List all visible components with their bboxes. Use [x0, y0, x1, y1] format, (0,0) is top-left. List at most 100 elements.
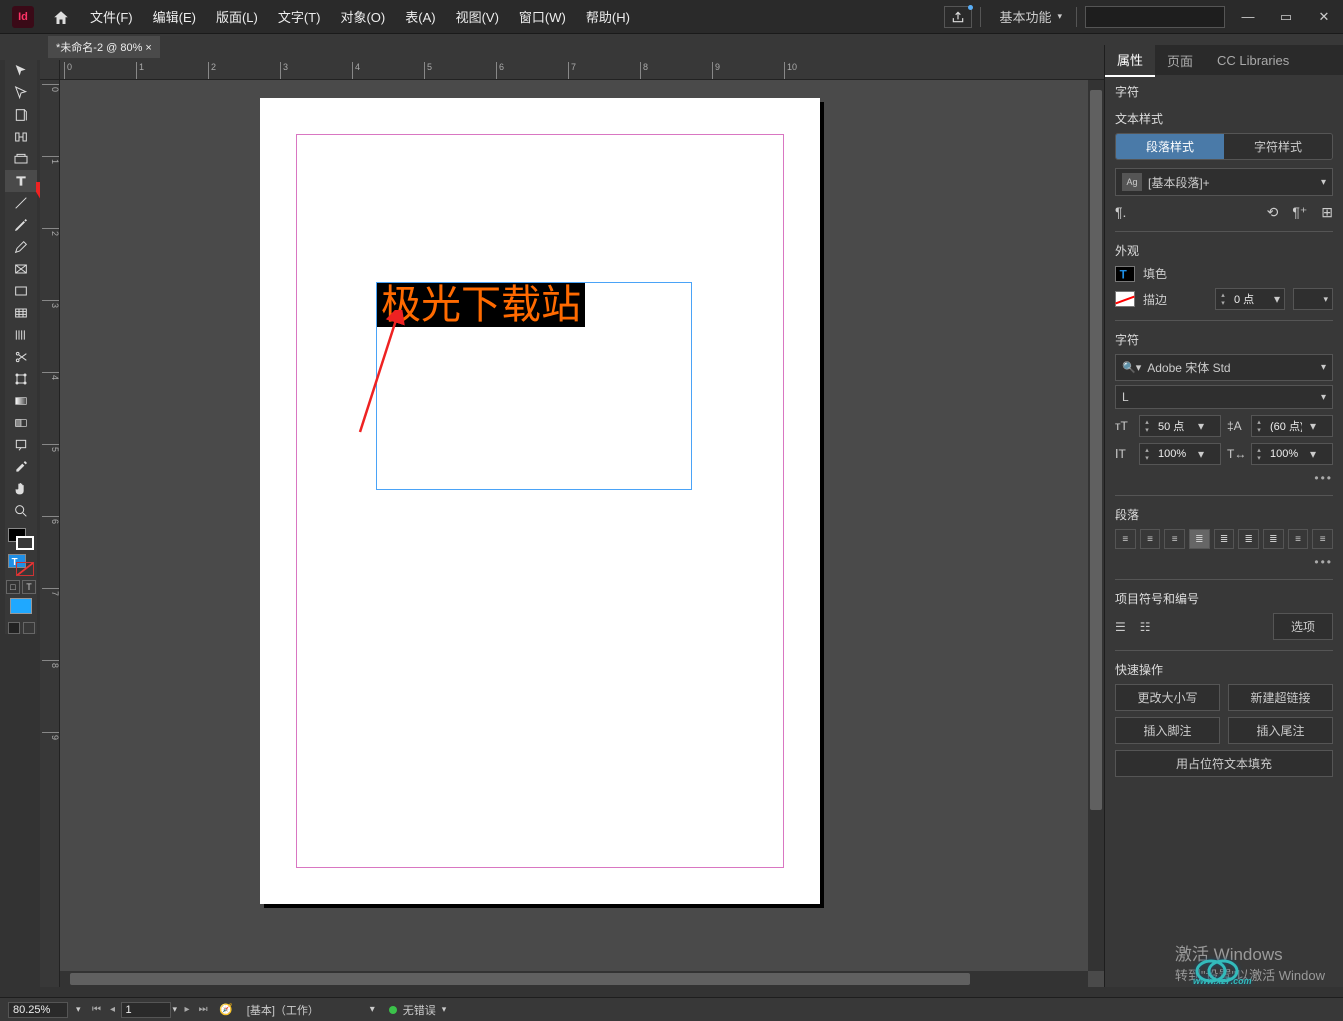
- line-tool[interactable]: [5, 192, 37, 214]
- direct-selection-tool[interactable]: [5, 82, 37, 104]
- chevron-down-icon[interactable]: ▾: [1306, 447, 1320, 461]
- text-format-button[interactable]: T: [22, 580, 36, 594]
- content-collector-tool[interactable]: [5, 148, 37, 170]
- chevron-down-icon[interactable]: ▾: [1306, 419, 1320, 433]
- new-hyperlink-button[interactable]: 新建超链接: [1228, 684, 1333, 711]
- chevron-down-icon[interactable]: ▾: [1270, 292, 1284, 306]
- first-page-button[interactable]: ⏮: [89, 1002, 105, 1018]
- justify-right[interactable]: ≣: [1238, 529, 1259, 549]
- lead-spin[interactable]: ▴▾: [1252, 418, 1266, 434]
- stroke-color-chip[interactable]: [1115, 291, 1135, 307]
- open-nav-icon[interactable]: 🧭: [219, 1003, 233, 1016]
- chevron-down-icon[interactable]: ▾: [1194, 447, 1208, 461]
- justify-all[interactable]: ≣: [1263, 529, 1284, 549]
- align-toward-spine[interactable]: ≡: [1288, 529, 1309, 549]
- horizontal-scrollbar[interactable]: [60, 971, 1088, 987]
- home-icon[interactable]: [52, 9, 70, 25]
- apply-color-button[interactable]: [10, 598, 32, 614]
- column-guide-tool[interactable]: [5, 324, 37, 346]
- free-transform-tool[interactable]: [5, 368, 37, 390]
- prev-page-button[interactable]: ◂: [105, 1002, 121, 1018]
- menu-window[interactable]: 窗口(W): [509, 7, 576, 26]
- more-paragraph-options[interactable]: •••: [1115, 555, 1333, 569]
- hscale-input[interactable]: [1266, 448, 1306, 460]
- menu-file[interactable]: 文件(F): [80, 7, 143, 26]
- fill-placeholder-button[interactable]: 用占位符文本填充: [1115, 750, 1333, 777]
- style-options-icon[interactable]: ⊞: [1321, 204, 1333, 221]
- insert-endnote-button[interactable]: 插入尾注: [1228, 717, 1333, 744]
- zoom-input[interactable]: [8, 1002, 68, 1018]
- font-family-dropdown[interactable]: 🔍▾ Adobe 宋体 Std ▾: [1115, 354, 1333, 381]
- align-center[interactable]: ≡: [1140, 529, 1161, 549]
- color-profile-dropdown[interactable]: [基本]（工作） ▾: [241, 1001, 381, 1019]
- page-tool[interactable]: [5, 104, 37, 126]
- stroke-spin[interactable]: ▴▾: [1216, 291, 1230, 307]
- page-input[interactable]: [121, 1002, 171, 1018]
- justify-center[interactable]: ≣: [1214, 529, 1235, 549]
- pilcrow-icon[interactable]: ¶.: [1115, 204, 1126, 221]
- hs-spin[interactable]: ▴▾: [1252, 446, 1266, 462]
- maximize-button[interactable]: ▭: [1271, 7, 1301, 27]
- menu-edit[interactable]: 编辑(E): [143, 7, 206, 26]
- normal-view-button[interactable]: [8, 622, 20, 634]
- gap-tool[interactable]: [5, 126, 37, 148]
- stroke-weight-input[interactable]: [1230, 293, 1270, 305]
- menu-layout[interactable]: 版面(L): [206, 7, 268, 26]
- menu-text[interactable]: 文字(T): [268, 7, 331, 26]
- gradient-feather-tool[interactable]: [5, 412, 37, 434]
- change-case-button[interactable]: 更改大小写: [1115, 684, 1220, 711]
- bullets-options-button[interactable]: 选项: [1273, 613, 1333, 640]
- align-left[interactable]: ≡: [1115, 529, 1136, 549]
- text-content[interactable]: 极光下载站: [377, 283, 585, 327]
- vscale-input[interactable]: [1154, 448, 1194, 460]
- eyedropper-tool[interactable]: [5, 456, 37, 478]
- preview-view-button[interactable]: [23, 622, 35, 634]
- rectangle-frame-tool[interactable]: [5, 258, 37, 280]
- bulleted-list-icon[interactable]: ☰: [1115, 620, 1126, 634]
- pen-tool[interactable]: [5, 214, 37, 236]
- chevron-down-icon[interactable]: ▾: [1194, 419, 1208, 433]
- text-stroke-swatch[interactable]: [16, 562, 34, 576]
- next-page-button[interactable]: ▸: [179, 1002, 195, 1018]
- search-input[interactable]: [1085, 6, 1225, 28]
- font-weight-dropdown[interactable]: L ▾: [1115, 385, 1333, 409]
- zoom-tool[interactable]: [5, 500, 37, 522]
- align-away-spine[interactable]: ≡: [1312, 529, 1333, 549]
- leading-input[interactable]: [1266, 420, 1306, 432]
- paragraph-style-dropdown[interactable]: Ag [基本段落]+ ▾: [1115, 168, 1333, 196]
- minimize-button[interactable]: —: [1233, 7, 1263, 27]
- numbered-list-icon[interactable]: ☷: [1140, 620, 1151, 634]
- vertical-ruler[interactable]: 0123456789: [40, 80, 60, 987]
- document-viewport[interactable]: 极光下载站: [60, 80, 1088, 971]
- align-right[interactable]: ≡: [1164, 529, 1185, 549]
- menu-table[interactable]: 表(A): [395, 7, 445, 26]
- tab-pages[interactable]: 页面: [1155, 45, 1205, 76]
- insert-footnote-button[interactable]: 插入脚注: [1115, 717, 1220, 744]
- close-button[interactable]: ✕: [1309, 7, 1339, 27]
- menu-help[interactable]: 帮助(H): [576, 7, 640, 26]
- size-spin[interactable]: ▴▾: [1140, 418, 1154, 434]
- last-page-button[interactable]: ⏭: [195, 1002, 211, 1018]
- chevron-down-icon[interactable]: ▾: [171, 1004, 180, 1015]
- tab-properties[interactable]: 属性: [1105, 45, 1155, 77]
- stroke-swatch[interactable]: [16, 536, 34, 550]
- workspace-switcher[interactable]: 基本功能 ▾: [989, 7, 1068, 26]
- font-size-input[interactable]: [1154, 420, 1194, 432]
- note-tool[interactable]: [5, 434, 37, 456]
- text-frame[interactable]: 极光下载站: [376, 282, 692, 490]
- hand-tool[interactable]: [5, 478, 37, 500]
- new-style-icon[interactable]: ¶⁺: [1292, 204, 1307, 221]
- document-tab[interactable]: *未命名-2 @ 80% ×: [48, 36, 160, 58]
- stroke-style-dropdown[interactable]: ▾: [1293, 288, 1333, 310]
- clear-overrides-icon[interactable]: ⟲: [1267, 204, 1279, 221]
- vs-spin[interactable]: ▴▾: [1140, 446, 1154, 462]
- horizontal-ruler[interactable]: 012345678910: [60, 60, 1104, 80]
- rectangle-tool[interactable]: [5, 280, 37, 302]
- type-tool[interactable]: [5, 170, 37, 192]
- chevron-down-icon[interactable]: ▾: [76, 1004, 81, 1015]
- more-character-options[interactable]: •••: [1115, 471, 1333, 485]
- pencil-tool[interactable]: [5, 236, 37, 258]
- fill-color-chip[interactable]: T: [1115, 266, 1135, 282]
- container-format-button[interactable]: □: [6, 580, 20, 594]
- vertical-scrollbar[interactable]: [1088, 80, 1104, 971]
